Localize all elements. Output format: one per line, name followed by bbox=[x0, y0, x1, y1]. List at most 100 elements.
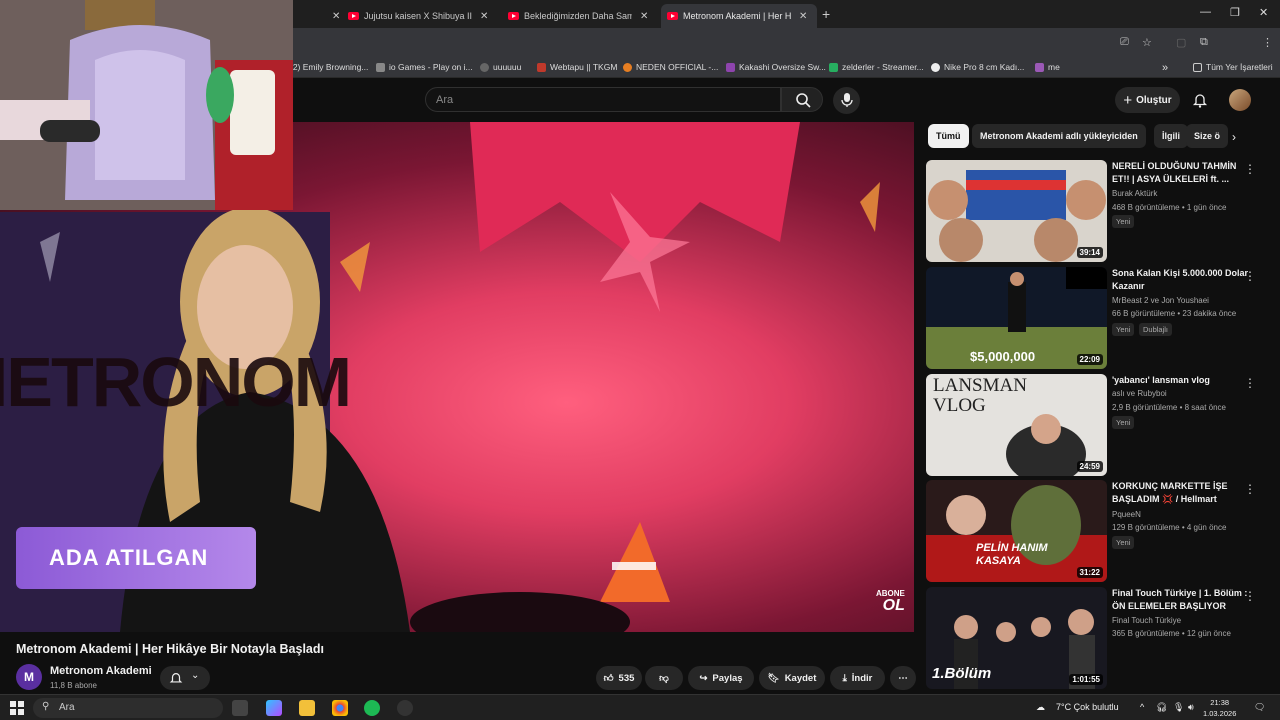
recommended-video[interactable]: 39:14 NERELİ OLDUĞUNU TAHMİN ET!! | ASYA… bbox=[926, 160, 1276, 262]
video-thumbnail[interactable]: LANSMAN VLOG 24:59 bbox=[926, 374, 1107, 476]
video-thumbnail[interactable]: 39:14 bbox=[926, 160, 1107, 262]
task-view-icon[interactable] bbox=[232, 700, 248, 716]
close-window-icon[interactable]: ✕ bbox=[1259, 6, 1268, 19]
bookmark-item[interactable]: io Games - Play on i... bbox=[376, 62, 473, 72]
recommended-title[interactable]: KORKUNÇ MARKETTE İŞE BAŞLADIM 💢 / Hellma… bbox=[1112, 480, 1252, 506]
close-icon[interactable]: ✕ bbox=[640, 11, 648, 22]
more-vertical-icon[interactable]: ⋮ bbox=[1244, 589, 1256, 603]
chip-for-you[interactable]: Size ö bbox=[1186, 124, 1229, 148]
weather-icon[interactable]: ☁ bbox=[1036, 702, 1045, 713]
chip-related[interactable]: İlgili bbox=[1154, 124, 1188, 148]
windows-start-icon[interactable] bbox=[10, 701, 24, 715]
bell-icon bbox=[169, 673, 183, 683]
notifications-bell-icon[interactable] bbox=[1192, 92, 1208, 108]
recommended-video[interactable]: $5,000,000 22:09 Sona Kalan Kişi 5.000.0… bbox=[926, 267, 1276, 369]
like-button[interactable]: 👍︎ 535 bbox=[596, 666, 642, 690]
subscription-bell-button[interactable]: ⌄ bbox=[160, 666, 210, 690]
recommended-title[interactable]: Sona Kalan Kişi 5.000.000 Dolar Kazanır bbox=[1112, 267, 1252, 293]
subscribe-watermark[interactable]: ABONE OL bbox=[876, 590, 905, 614]
close-icon[interactable]: ✕ bbox=[799, 11, 807, 22]
bookmark-item[interactable]: Kakashi Oversize Sw... bbox=[726, 62, 826, 72]
close-icon[interactable]: ✕ bbox=[332, 11, 340, 22]
more-vertical-icon[interactable]: ⋮ bbox=[1244, 376, 1256, 390]
bookmark-item[interactable]: zelderler - Streamer... bbox=[829, 62, 924, 72]
bookmark-item[interactable]: me bbox=[1035, 62, 1060, 72]
new-badge: Yeni bbox=[1112, 536, 1135, 549]
all-bookmarks[interactable]: Tüm Yer İşaretleri bbox=[1193, 62, 1273, 72]
bookmark-item[interactable]: uuuuuu bbox=[480, 62, 521, 72]
bookmark-item[interactable]: (2) Emily Browning... bbox=[290, 62, 368, 72]
channel-name[interactable]: Metronom Akademi bbox=[50, 665, 152, 677]
chip-all[interactable]: Tümü bbox=[928, 124, 969, 148]
obs-icon[interactable] bbox=[397, 700, 413, 716]
star-icon[interactable]: ☆ bbox=[1142, 36, 1152, 49]
bookmark-favicon-icon bbox=[1035, 62, 1044, 72]
recommended-channel[interactable]: PqueeN bbox=[1112, 510, 1141, 519]
browser-tab-metronom[interactable]: Metronom Akademi | Her Hikây ✕ bbox=[661, 4, 817, 28]
create-button[interactable]: + Oluştur bbox=[1115, 87, 1180, 113]
bookmark-item[interactable]: NEDEN OFFICIAL -... bbox=[623, 62, 718, 72]
browser-tab-jujutsu[interactable]: Jujutsu kaisen X Shibuya II The ✕ bbox=[342, 4, 494, 28]
more-bookmarks-icon[interactable]: » bbox=[1162, 62, 1168, 74]
bookmark-item[interactable]: Nike Pro 8 cm Kadı... bbox=[931, 62, 1024, 72]
chrome-icon[interactable] bbox=[332, 700, 348, 716]
menu-icon[interactable]: ⋮ bbox=[1262, 36, 1273, 49]
chevron-up-icon[interactable]: ^ bbox=[1140, 702, 1144, 712]
new-tab-button[interactable]: + bbox=[822, 6, 830, 22]
channel-avatar[interactable]: M bbox=[16, 664, 42, 690]
bookmark-item[interactable]: Webtapu || TKGM bbox=[537, 62, 617, 72]
thumbnail-text: $5,000,000 bbox=[970, 349, 1036, 364]
taskbar-clock[interactable]: 21:38 1.03.2026 bbox=[1203, 697, 1236, 719]
recommended-title[interactable]: 'yabancı' lansman vlog bbox=[1112, 374, 1252, 387]
headset-icon[interactable]: 🎧︎ bbox=[1156, 702, 1167, 713]
volume-icon[interactable]: 🔊︎ bbox=[1188, 702, 1194, 713]
recommended-channel[interactable]: Burak Aktürk bbox=[1112, 189, 1157, 198]
user-avatar[interactable] bbox=[1229, 89, 1251, 111]
minimize-icon[interactable]: — bbox=[1200, 6, 1211, 18]
all-bookmarks-label: Tüm Yer İşaretleri bbox=[1206, 62, 1273, 72]
browser-tab-samimi[interactable]: Beklediğimizden Daha Samimi ✕ bbox=[502, 4, 654, 28]
file-explorer-icon[interactable] bbox=[299, 700, 315, 716]
video-thumbnail[interactable]: 1.Bölüm 1:01:55 bbox=[926, 587, 1107, 689]
search-input[interactable]: Ara bbox=[425, 87, 781, 112]
new-badge: Yeni bbox=[1112, 215, 1135, 228]
close-icon[interactable]: ✕ bbox=[480, 11, 488, 22]
cast-icon[interactable]: ⎚ bbox=[1120, 36, 1129, 49]
microphone-icon[interactable]: 🎙︎ bbox=[1173, 702, 1184, 713]
recommended-channel[interactable]: MrBeast 2 ve Jon Youshaei bbox=[1112, 296, 1209, 305]
more-vertical-icon[interactable]: ⋮ bbox=[1244, 162, 1256, 176]
taskbar-search-label: Ara bbox=[59, 702, 75, 713]
recommended-title[interactable]: NERELİ OLDUĞUNU TAHMİN ET!! | ASYA ÜLKEL… bbox=[1112, 160, 1252, 186]
video-thumbnail[interactable]: $5,000,000 22:09 bbox=[926, 267, 1107, 369]
bookmark-favicon-icon bbox=[726, 62, 735, 72]
extension-disabled-icon[interactable]: ▢ bbox=[1176, 36, 1186, 49]
notification-icon[interactable]: 🗨︎ bbox=[1254, 702, 1265, 713]
recommended-channel[interactable]: aslı ve Rubyboi bbox=[1112, 389, 1167, 398]
share-button[interactable]: ↪ Paylaş bbox=[688, 666, 754, 690]
bookmark-label: me bbox=[1048, 62, 1060, 72]
recommended-video[interactable]: LANSMAN VLOG 24:59 'yabancı' lansman vlo… bbox=[926, 374, 1276, 476]
chevron-right-icon[interactable]: › bbox=[1232, 130, 1236, 144]
dislike-button[interactable]: 👎︎ bbox=[645, 666, 683, 690]
download-button[interactable]: ⤓ İndir bbox=[830, 666, 885, 690]
more-actions-button[interactable]: ⋯ bbox=[890, 666, 916, 690]
recommended-video[interactable]: 1.Bölüm 1:01:55 Final Touch Türkiye | 1.… bbox=[926, 587, 1276, 689]
extensions-icon[interactable]: ⧉ bbox=[1200, 36, 1208, 49]
thumbnail-text: LANSMAN VLOG bbox=[933, 375, 1027, 416]
recommended-title[interactable]: Final Touch Türkiye | 1. Bölüm : ÖN ELEM… bbox=[1112, 587, 1252, 613]
video-thumbnail[interactable]: PELİN HANIM KASAYA 31:22 bbox=[926, 480, 1107, 582]
save-button[interactable]: 🔖︎ Kaydet bbox=[759, 666, 825, 690]
youtube-favicon-icon bbox=[348, 12, 359, 20]
copilot-icon[interactable] bbox=[266, 700, 282, 716]
recommended-video[interactable]: PELİN HANIM KASAYA 31:22 KORKUNÇ MARKETT… bbox=[926, 480, 1276, 582]
spotify-icon[interactable] bbox=[364, 700, 380, 716]
recommended-channel[interactable]: Final Touch Türkiye bbox=[1112, 616, 1181, 625]
maximize-icon[interactable]: ❐ bbox=[1230, 6, 1240, 19]
search-button[interactable] bbox=[781, 87, 823, 112]
weather-text[interactable]: 7°C Çok bulutlu bbox=[1056, 702, 1119, 712]
chip-uploader[interactable]: Metronom Akademi adlı yükleyiciden bbox=[972, 124, 1146, 148]
more-vertical-icon[interactable]: ⋮ bbox=[1244, 269, 1256, 283]
taskbar-search-input[interactable]: ⚲ Ara bbox=[33, 698, 223, 718]
voice-search-button[interactable] bbox=[833, 87, 860, 114]
more-vertical-icon[interactable]: ⋮ bbox=[1244, 482, 1256, 496]
